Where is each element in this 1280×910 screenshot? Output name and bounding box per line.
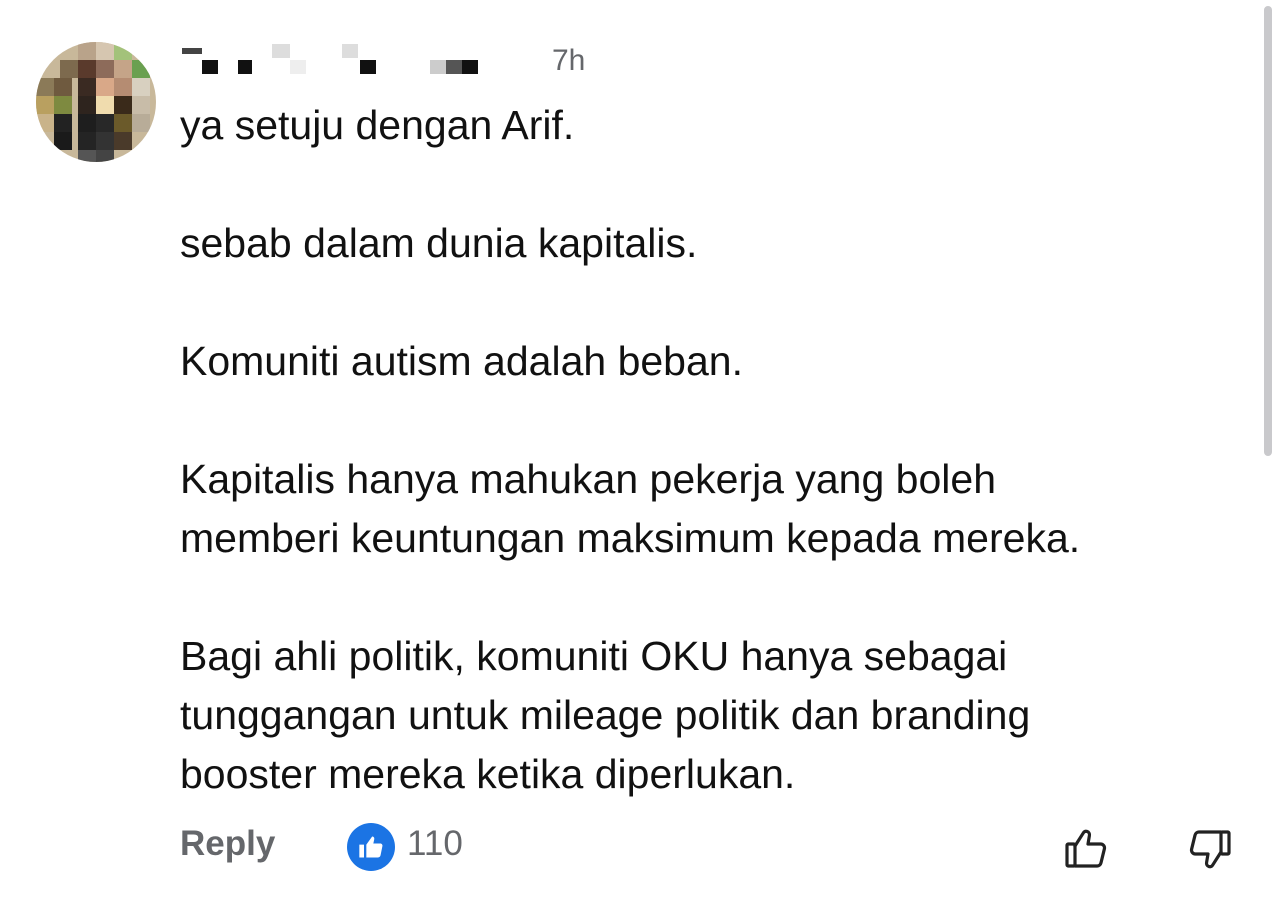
comment-view: 7h ya setuju dengan Arif. sebab dalam du… — [0, 0, 1280, 910]
comment-paragraph: Kapitalis hanya mahukan pekerja yang bol… — [180, 456, 1081, 561]
thumbs-down-outline-icon[interactable] — [1184, 824, 1236, 876]
like-count[interactable]: 110 — [407, 826, 463, 861]
author-name-censored[interactable] — [180, 44, 580, 80]
thumbs-up-outline-icon[interactable] — [1060, 822, 1112, 874]
comment-paragraph: sebab dalam dunia kapitalis. — [180, 220, 698, 266]
thumbs-up-icon[interactable] — [347, 823, 395, 871]
reply-button[interactable]: Reply — [180, 826, 275, 861]
comment-timestamp[interactable]: 7h — [552, 46, 585, 76]
comment-paragraph: Bagi ahli politik, komuniti OKU hanya se… — [180, 633, 1031, 797]
comment-paragraph: Komuniti autism adalah beban. — [180, 338, 743, 384]
comment-body: ya setuju dengan Arif. sebab dalam dunia… — [180, 96, 1220, 804]
comment-paragraph: ya setuju dengan Arif. — [180, 102, 575, 148]
thumbs-up-icon-glyph — [359, 836, 383, 858]
avatar[interactable] — [36, 42, 156, 162]
scrollbar[interactable] — [1264, 6, 1272, 456]
